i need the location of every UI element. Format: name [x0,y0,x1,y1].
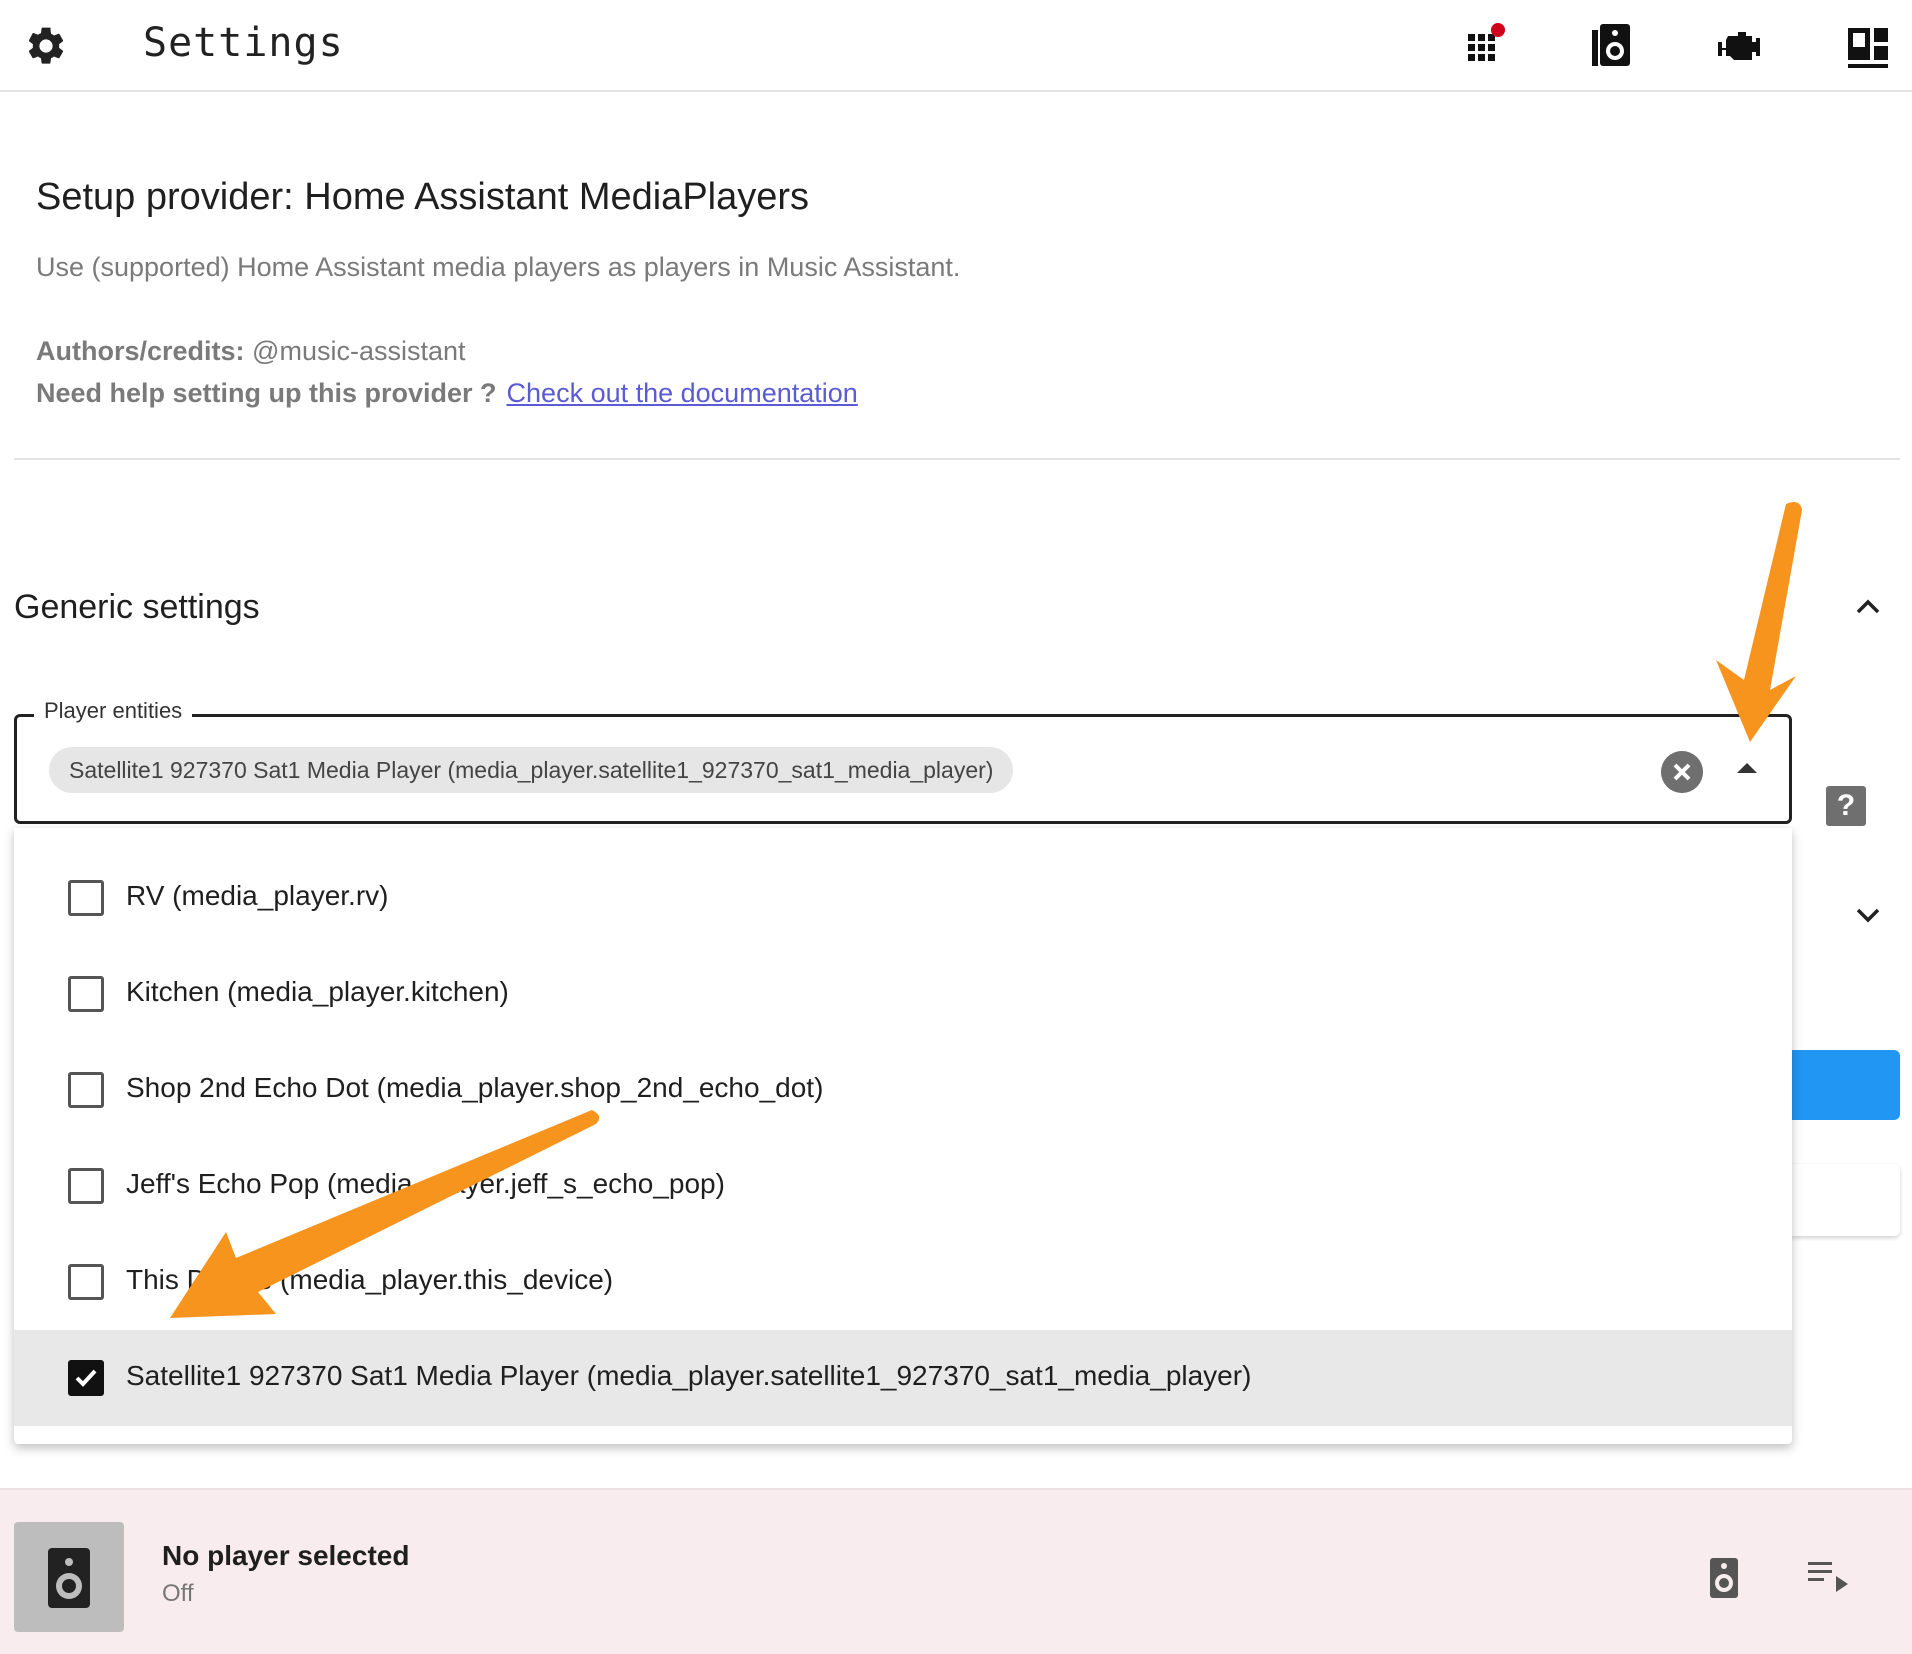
menu-item-jeffs-echo-pop[interactable]: Jeff's Echo Pop (media_player.jeff_s_ech… [14,1138,1792,1234]
chevron-down-icon[interactable] [1852,904,1884,928]
speaker-icon[interactable] [1586,20,1638,72]
credits-label: Authors/credits: [36,336,245,366]
queue-icon[interactable] [1806,1558,1850,1594]
documentation-link[interactable]: Check out the documentation [507,378,858,408]
chevron-up-icon[interactable] [1852,594,1884,618]
menu-item-label: Kitchen (media_player.kitchen) [126,976,509,1007]
entity-dropdown-menu: RV (media_player.rv) Kitchen (media_play… [14,828,1792,1444]
checkmark-icon [75,1369,97,1387]
selected-entity-chip[interactable]: Satellite1 927370 Sat1 Media Player (med… [49,747,1014,793]
dropdown-caret-up-icon[interactable] [1737,763,1757,773]
player-status: Off [162,1580,194,1607]
menu-item-satellite1[interactable]: Satellite1 927370 Sat1 Media Player (med… [14,1330,1792,1426]
checkbox[interactable] [68,1168,104,1204]
player-entities-label: Player entities [34,698,193,724]
menu-item-label: Shop 2nd Echo Dot (media_player.shop_2nd… [126,1072,824,1103]
help-line: Need help setting up this provider ? Chec… [36,378,858,409]
menu-item-rv[interactable]: RV (media_player.rv) [14,850,1792,946]
provider-description: Use (supported) Home Assistant media pla… [36,252,961,282]
player-entities-select[interactable]: Satellite1 927370 Sat1 Media Player (med… [14,714,1792,824]
checkbox-checked[interactable] [68,1360,104,1396]
player-name: No player selected [162,1540,410,1571]
speaker-icon [48,1548,90,1608]
top-app-bar: Settings [0,0,1912,92]
menu-item-shop-echo-dot[interactable]: Shop 2nd Echo Dot (media_player.shop_2nd… [14,1042,1792,1138]
dashboard-icon[interactable] [1842,20,1894,72]
checkbox[interactable] [68,880,104,916]
clear-icon[interactable] [1661,751,1703,793]
menu-item-label: Jeff's Echo Pop (media_player.jeff_s_ech… [126,1168,725,1199]
notification-badge [1491,23,1505,37]
help-icon[interactable]: ? [1826,786,1866,826]
annotation-arrow-top [1716,502,1802,742]
menu-item-label: This Device (media_player.this_device) [126,1264,614,1295]
player-artwork[interactable] [14,1522,124,1632]
divider [14,458,1900,460]
grid-icon[interactable] [1460,20,1512,72]
credits-value: @music-assistant [252,336,466,366]
secondary-button-partial[interactable] [1790,1164,1900,1236]
gear-icon[interactable] [24,24,68,68]
checkbox[interactable] [68,976,104,1012]
checkbox[interactable] [68,1072,104,1108]
menu-item-this-device[interactable]: This Device (media_player.this_device) [14,1234,1792,1330]
menu-item-label: Satellite1 927370 Sat1 Media Player (med… [126,1360,1252,1391]
player-bar: No player selected Off [0,1488,1912,1654]
provider-title: Setup provider: Home Assistant MediaPlay… [36,176,810,218]
page-title: Settings [143,20,344,66]
menu-item-label: RV (media_player.rv) [126,880,389,911]
engine-icon[interactable] [1714,20,1766,72]
help-label: Need help setting up this provider ? [36,378,497,408]
primary-button-partial[interactable] [1790,1050,1900,1120]
credits-line: Authors/credits: @music-assistant [36,336,466,367]
speaker-select-icon[interactable] [1706,1556,1742,1600]
checkbox[interactable] [68,1264,104,1300]
generic-settings-title: Generic settings [14,588,260,626]
menu-item-kitchen[interactable]: Kitchen (media_player.kitchen) [14,946,1792,1042]
